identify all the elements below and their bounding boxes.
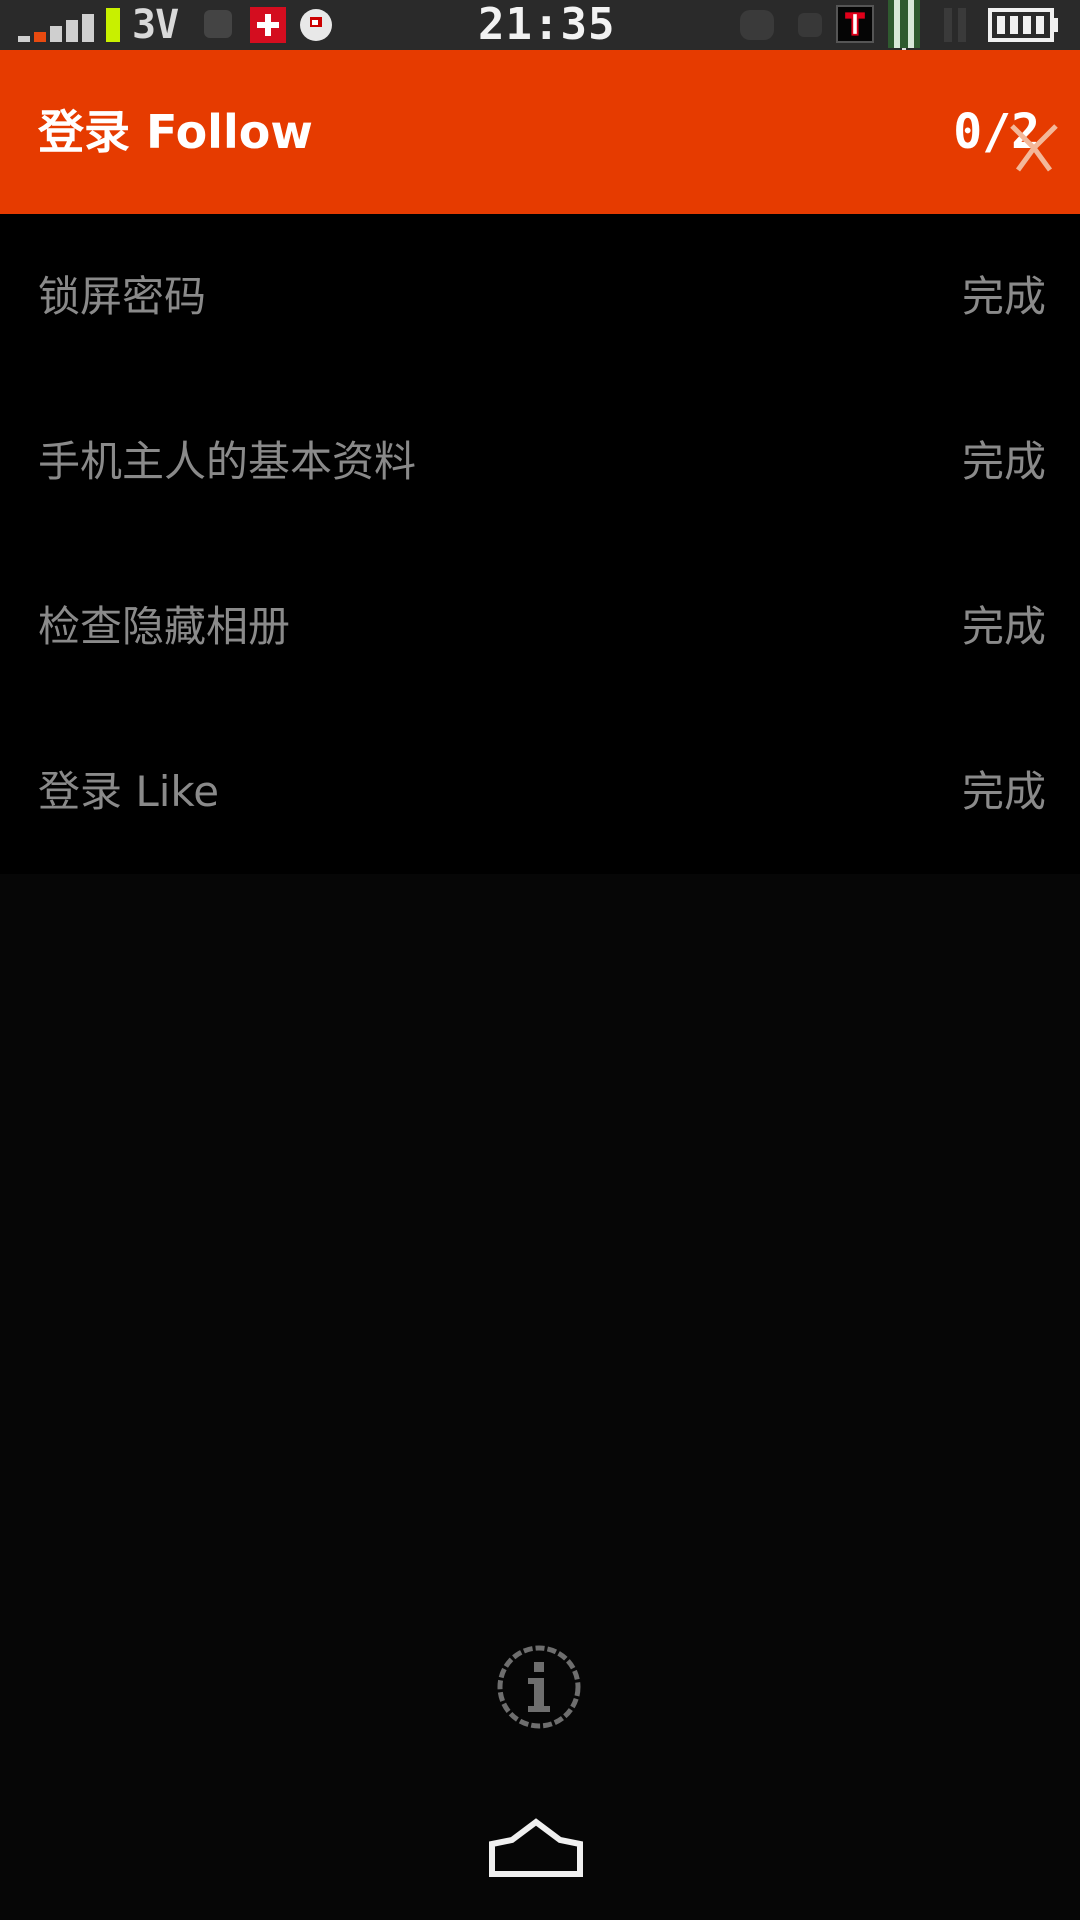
- status-time: 21:35: [478, 0, 616, 50]
- task-list: 锁屏密码 完成 手机主人的基本资料 完成 检查隐藏相册 完成 登录 Like 完…: [0, 214, 1080, 874]
- task-row[interactable]: 检查隐藏相册 完成: [0, 544, 1080, 709]
- task-row[interactable]: 手机主人的基本资料 完成: [0, 379, 1080, 544]
- home-icon[interactable]: [488, 1818, 584, 1878]
- notification-icon: [740, 10, 774, 40]
- screen: 3V 21:35 登录 Follow 0/2 锁屏密码 完成 手机主人的基本资料…: [0, 0, 1080, 1920]
- app-bar: 登录 Follow 0/2: [0, 50, 1080, 214]
- status-bar: 3V 21:35: [0, 0, 1080, 92]
- signal-icon: [18, 8, 120, 42]
- task-label: 手机主人的基本资料: [38, 437, 417, 486]
- network-icon: [204, 10, 232, 38]
- task-label: 登录 Like: [38, 767, 220, 816]
- app-title: 登录 Follow: [38, 105, 313, 159]
- pause-icon: [944, 8, 966, 42]
- task-row[interactable]: 登录 Like 完成: [0, 709, 1080, 874]
- info-icon[interactable]: [496, 1644, 582, 1730]
- swiss-flag-icon: [250, 7, 286, 43]
- task-label: 锁屏密码: [38, 272, 207, 321]
- notification-icon-2: [798, 13, 822, 37]
- task-status: 完成: [961, 437, 1046, 486]
- network-type-label: 3V: [132, 2, 179, 48]
- close-icon[interactable]: [1008, 122, 1060, 174]
- task-row[interactable]: 锁屏密码 完成: [0, 214, 1080, 379]
- battery-icon: [988, 8, 1058, 42]
- task-status: 完成: [961, 272, 1046, 321]
- task-label: 检查隐藏相册: [38, 602, 291, 651]
- task-status: 完成: [961, 767, 1046, 816]
- task-status: 完成: [961, 602, 1046, 651]
- t-app-icon: [836, 5, 874, 43]
- clock-app-icon: [300, 9, 332, 41]
